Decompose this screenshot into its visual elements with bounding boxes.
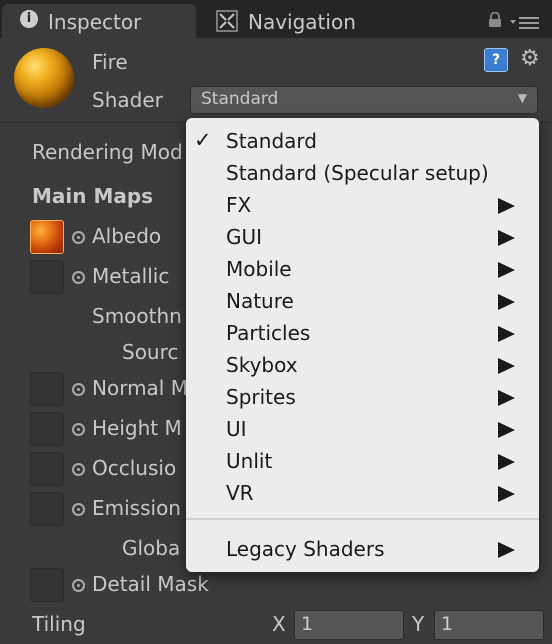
detail-mask-texture-slot[interactable] [30, 568, 64, 602]
global-illumination-label: Globa [122, 536, 181, 560]
menu-item-mobile[interactable]: Mobile [186, 252, 539, 284]
submenu-arrow-icon [498, 486, 515, 502]
menu-item-label: FX [226, 193, 252, 217]
menu-item-sprites[interactable]: Sprites [186, 380, 539, 412]
menu-item-label: Nature [226, 289, 294, 313]
menu-item-unlit[interactable]: Unlit [186, 444, 539, 476]
tiling-x-field[interactable]: 1 [294, 610, 404, 640]
tab-bar: i Inspector Navigation [0, 0, 552, 38]
material-preview [14, 48, 74, 108]
help-icon[interactable]: ? [484, 48, 508, 72]
submenu-arrow-icon [498, 262, 515, 278]
menu-item-nature[interactable]: Nature [186, 284, 539, 316]
menu-item-label: Skybox [226, 353, 298, 377]
menu-item-ui[interactable]: UI [186, 412, 539, 444]
metallic-texture-slot[interactable] [30, 260, 64, 294]
menu-item-label: UI [226, 417, 247, 441]
material-header: Fire Shader Standard ▼ ? ⚙ [0, 38, 552, 123]
menu-item-standard-specular[interactable]: Standard (Specular setup) [186, 156, 539, 188]
submenu-arrow-icon [498, 198, 515, 214]
menu-item-label: VR [226, 481, 254, 505]
tab-navigation-label: Navigation [248, 10, 356, 34]
tab-navigation[interactable]: Navigation [200, 4, 390, 38]
normal-map-label: Normal M [92, 376, 188, 400]
tab-inspector-label: Inspector [48, 10, 142, 34]
albedo-label: Albedo [92, 224, 162, 248]
menu-item-label: Unlit [226, 449, 273, 473]
tiling-y-label: Y [412, 612, 425, 636]
menu-item-label: Sprites [226, 385, 296, 409]
navigation-icon [216, 10, 238, 32]
tiling-x-value: 1 [301, 613, 314, 635]
panel-menu-icon[interactable] [510, 14, 540, 30]
rendering-mode-label: Rendering Mod [32, 140, 183, 164]
emission-texture-slot[interactable] [30, 492, 64, 526]
main-maps-header: Main Maps [32, 184, 154, 208]
menu-item-label: GUI [226, 225, 263, 249]
albedo-texture-slot[interactable] [30, 220, 64, 254]
tab-inspector[interactable]: i Inspector [2, 4, 196, 38]
menu-item-vr[interactable]: VR [186, 476, 539, 508]
shader-label: Shader [92, 88, 163, 112]
smoothness-label: Smoothn [92, 304, 182, 328]
metallic-picker-icon[interactable] [72, 271, 85, 284]
chevron-down-icon: ▼ [517, 91, 527, 105]
submenu-arrow-icon [498, 326, 515, 342]
detail-mask-picker-icon[interactable] [72, 579, 85, 592]
submenu-arrow-icon [498, 422, 515, 438]
info-icon: i [20, 10, 38, 28]
metallic-label: Metallic [92, 264, 170, 288]
tiling-x-label: X [272, 612, 286, 636]
shader-dropdown-value: Standard [201, 89, 279, 109]
material-name: Fire [92, 50, 128, 74]
emission-label: Emission [92, 496, 181, 520]
normal-map-texture-slot[interactable] [30, 372, 64, 406]
menu-separator [186, 518, 539, 520]
tiling-y-field[interactable]: 1 [434, 610, 544, 640]
menu-item-particles[interactable]: Particles [186, 316, 539, 348]
submenu-arrow-icon [498, 454, 515, 470]
shader-popup-menu: ✓ Standard Standard (Specular setup) FX … [186, 118, 539, 572]
menu-item-fx[interactable]: FX [186, 188, 539, 220]
source-label: Sourc [122, 340, 179, 364]
menu-item-standard[interactable]: ✓ Standard [186, 124, 539, 156]
menu-item-legacy-shaders[interactable]: Legacy Shaders [186, 532, 539, 564]
detail-mask-label: Detail Mask [92, 572, 209, 596]
albedo-picker-icon[interactable] [72, 231, 85, 244]
tiling-label: Tiling [32, 612, 86, 636]
submenu-arrow-icon [498, 542, 515, 558]
checkmark-icon: ✓ [194, 128, 212, 152]
menu-item-label: Standard (Specular setup) [226, 161, 489, 185]
tiling-y-value: 1 [441, 613, 454, 635]
height-map-texture-slot[interactable] [30, 412, 64, 446]
submenu-arrow-icon [498, 230, 515, 246]
occlusion-texture-slot[interactable] [30, 452, 64, 486]
lock-icon[interactable] [488, 12, 502, 28]
height-map-picker-icon[interactable] [72, 423, 85, 436]
gear-icon[interactable]: ⚙ [520, 46, 546, 72]
menu-item-label: Particles [226, 321, 311, 345]
shader-dropdown[interactable]: Standard ▼ [190, 86, 538, 114]
menu-item-label: Legacy Shaders [226, 537, 385, 561]
emission-picker-icon[interactable] [72, 503, 85, 516]
menu-item-label: Standard [226, 129, 317, 153]
submenu-arrow-icon [498, 358, 515, 374]
menu-item-skybox[interactable]: Skybox [186, 348, 539, 380]
height-map-label: Height M [92, 416, 182, 440]
submenu-arrow-icon [498, 390, 515, 406]
occlusion-picker-icon[interactable] [72, 463, 85, 476]
submenu-arrow-icon [498, 294, 515, 310]
menu-item-gui[interactable]: GUI [186, 220, 539, 252]
menu-item-label: Mobile [226, 257, 292, 281]
occlusion-label: Occlusio [92, 456, 177, 480]
normal-map-picker-icon[interactable] [72, 383, 85, 396]
